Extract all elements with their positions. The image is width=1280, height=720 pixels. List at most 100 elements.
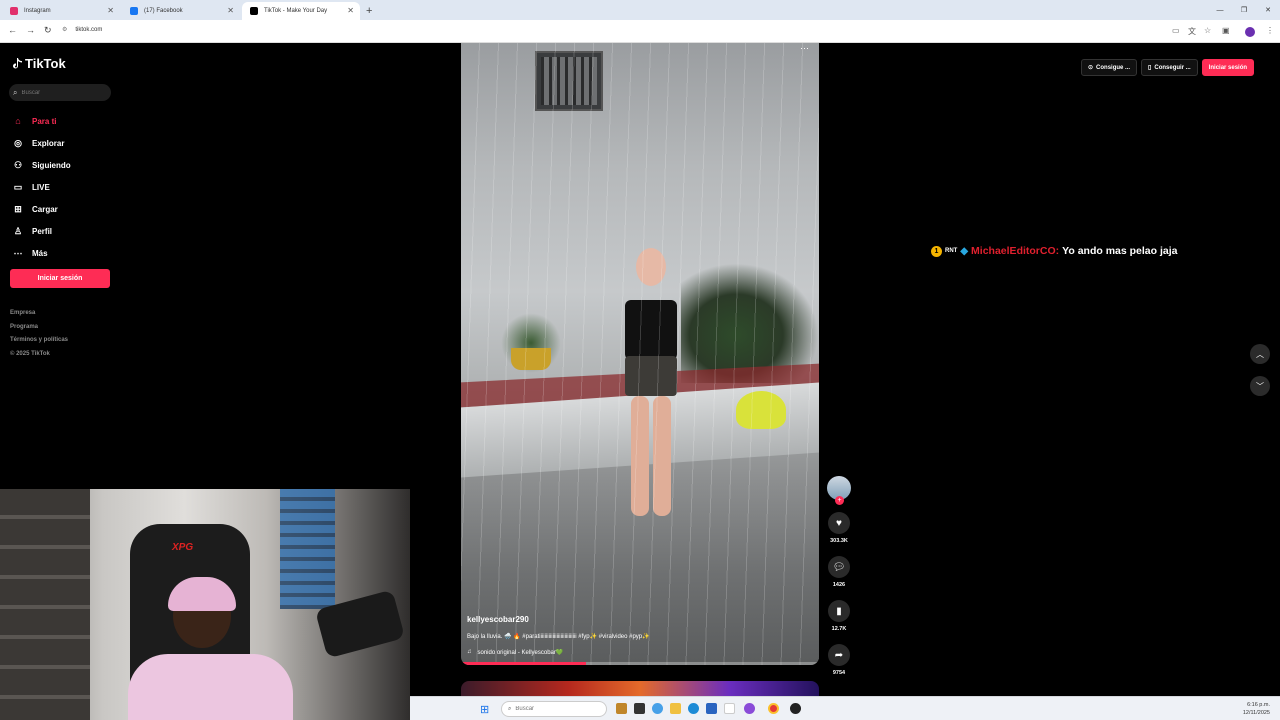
close-window-button[interactable]: ✕: [1256, 0, 1280, 20]
back-button[interactable]: ←: [8, 25, 17, 35]
maximize-button[interactable]: ❐: [1232, 0, 1256, 20]
obs-icon[interactable]: [790, 703, 801, 714]
share-action[interactable]: ➦ 9754: [826, 644, 852, 676]
comment-action[interactable]: 💬︎ 1426: [826, 556, 852, 588]
minimize-button[interactable]: —: [1208, 0, 1232, 20]
windows-start-icon[interactable]: ⊞: [480, 703, 489, 716]
video-player[interactable]: ⋯ kellyescobar290 Bajo la lluvia. 🌧️ 🔥 #…: [461, 43, 819, 665]
sidebar-nav: ⌂ Para ti ◎ Explorar ⚇ Siguiendo ▭ LIVE …: [12, 110, 71, 264]
sidebar-item-mas[interactable]: ⋯ Más: [12, 242, 71, 264]
webcam-shelf: [0, 489, 90, 720]
sidebar-item-siguiendo[interactable]: ⚇ Siguiendo: [12, 154, 71, 176]
close-icon[interactable]: ✕: [347, 6, 354, 15]
clock-time: 6:16 p.m.: [1247, 702, 1270, 708]
video-sound-label: sonido original - Kellyescobar💚: [477, 650, 564, 656]
store-icon[interactable]: [706, 703, 717, 714]
rnt-badge: RNT: [945, 248, 958, 254]
search-input[interactable]: [21, 89, 102, 96]
sidebar-item-label: Más: [32, 248, 48, 258]
sidebar-item-label: Perfil: [32, 226, 53, 236]
video-actions: + ♥ 303.3K 💬︎ 1426 ▮ 12.7K ➦ 9754: [826, 476, 852, 676]
widget-icon[interactable]: [616, 703, 627, 714]
creator-avatar[interactable]: +: [827, 476, 851, 505]
video-progress-bar[interactable]: [461, 662, 819, 665]
sidebar-item-para-ti[interactable]: ⌂ Para ti: [12, 110, 71, 132]
close-icon[interactable]: ✕: [107, 6, 114, 15]
user-follow-icon: ⚇: [13, 159, 23, 170]
tab-facebook[interactable]: (17) Facebook ✕: [122, 2, 240, 20]
next-video-button[interactable]: ﹀: [1250, 376, 1270, 396]
get-coins-label: Consigue ...: [1096, 64, 1131, 71]
save-action[interactable]: ▮ 12.7K: [826, 600, 852, 632]
task-view-icon[interactable]: [634, 703, 645, 714]
top-right-actions: ⊙ Consigue ... ▯ Conseguir ... Iniciar ses…: [1081, 59, 1255, 76]
sidebar-item-explorar[interactable]: ◎ Explorar: [12, 132, 71, 154]
site-info-icon[interactable]: ⚙: [62, 27, 67, 33]
edge-icon[interactable]: [688, 703, 699, 714]
video-sound[interactable]: ♫ sonido original - Kellyescobar💚: [467, 649, 563, 656]
sidebar-login-button[interactable]: Iniciar sesión: [10, 269, 110, 288]
tab-label: (17) Facebook: [144, 8, 183, 14]
tab-tiktok[interactable]: TikTok - Make Your Day ✕: [242, 2, 360, 20]
search-icon: ⌕: [13, 87, 18, 97]
url-text: tiktok.com: [75, 27, 103, 33]
new-tab-button[interactable]: +: [366, 5, 372, 17]
window-controls: — ❐ ✕: [1208, 0, 1280, 20]
previous-video-button[interactable]: ︿: [1250, 344, 1270, 364]
video-scene-rain: [461, 43, 819, 665]
footer-link-terminos[interactable]: Términos y políticas: [10, 337, 68, 351]
footer-link-empresa[interactable]: Empresa: [10, 310, 68, 324]
taskbar-search-input[interactable]: [515, 706, 596, 712]
extensions-icon[interactable]: ▣: [1222, 26, 1230, 35]
bookmark-icon[interactable]: ▮: [828, 600, 850, 622]
tiktok-icon: [250, 7, 258, 15]
footer-copyright: © 2025 TikTok: [10, 350, 50, 357]
home-icon: ⌂: [15, 116, 21, 126]
sidebar-item-cargar[interactable]: ⊞ Cargar: [12, 198, 71, 220]
messenger-icon[interactable]: [744, 703, 755, 714]
webcam-shelf-right: [280, 489, 335, 609]
search-icon: ⌕: [508, 705, 512, 712]
tiktok-logo[interactable]: TikTok: [12, 56, 66, 71]
reload-button[interactable]: ↻: [44, 25, 52, 36]
menu-icon[interactable]: ⋮: [1266, 26, 1274, 35]
chevron-up-icon: ︿: [1256, 349, 1264, 359]
stream-chat-message: 1 RNT ◆ MichaelEditorCO: Yo ando mas pel…: [931, 245, 1177, 257]
profile-avatar[interactable]: [1245, 27, 1255, 37]
copilot-icon[interactable]: [652, 703, 663, 714]
forward-button[interactable]: →: [26, 25, 35, 35]
heart-icon[interactable]: ♥: [828, 512, 850, 534]
translate-icon[interactable]: 文: [1188, 26, 1196, 37]
file-explorer-icon[interactable]: [670, 703, 681, 714]
get-coins-button[interactable]: ⊙ Consigue ...: [1081, 59, 1138, 76]
cast-icon[interactable]: ▭: [1172, 26, 1180, 35]
sidebar-item-live[interactable]: ▭ LIVE: [12, 176, 71, 198]
webcam-overlay: XPG: [0, 489, 410, 720]
tiktok-note-icon: [12, 57, 22, 70]
taskbar-clock[interactable]: 6:16 p.m. 12/11/2025: [1243, 701, 1270, 717]
cube-icon: ◆: [960, 245, 969, 257]
url-field[interactable]: ⚙ tiktok.com: [62, 26, 102, 33]
video-more-icon[interactable]: ⋯: [800, 43, 809, 54]
top-login-button[interactable]: Iniciar sesión: [1201, 59, 1255, 76]
more-icon: ⋯: [13, 247, 23, 258]
comment-icon[interactable]: 💬︎: [828, 556, 850, 578]
get-app-button[interactable]: ▯ Conseguir ...: [1141, 59, 1198, 76]
close-icon[interactable]: ✕: [227, 6, 234, 15]
follow-plus-icon[interactable]: +: [835, 496, 844, 505]
upload-icon: ⊞: [14, 203, 22, 214]
taskbar-search[interactable]: ⌕: [501, 701, 607, 717]
share-icon[interactable]: ➦: [828, 644, 850, 666]
sidebar-item-label: Siguiendo: [32, 160, 71, 170]
chat-text: Yo ando mas pelao jaja: [1062, 245, 1178, 257]
sidebar-item-perfil[interactable]: ♙ Perfil: [12, 220, 71, 242]
footer-link-programa[interactable]: Programa: [10, 324, 68, 338]
bookmark-star-icon[interactable]: ☆: [1204, 26, 1211, 35]
tab-instagram[interactable]: Instagram ✕: [2, 2, 120, 20]
search-box[interactable]: ⌕: [9, 84, 111, 101]
like-action[interactable]: ♥ 303.3K: [826, 512, 852, 544]
address-bar: ← → ↻ ⚙ tiktok.com ▭ 文 ☆ ▣ ⋮: [0, 20, 1280, 43]
video-username[interactable]: kellyescobar290: [467, 615, 529, 624]
chrome-icon[interactable]: [768, 703, 779, 714]
notepad-icon[interactable]: [724, 703, 735, 714]
